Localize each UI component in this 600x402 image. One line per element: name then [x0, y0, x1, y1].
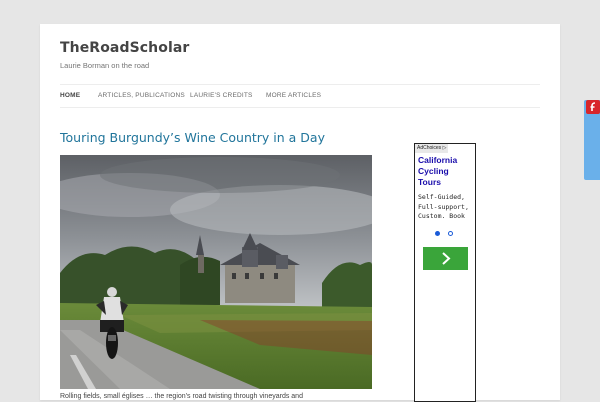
post-title[interactable]: Touring Burgundy’s Wine Country in a Day: [60, 130, 325, 145]
flash-icon[interactable]: [586, 100, 600, 114]
post-excerpt: Rolling fields, small églises … the regi…: [60, 393, 303, 400]
ad-carousel-dot[interactable]: [448, 231, 453, 236]
ad-go-button[interactable]: [423, 247, 468, 270]
post-featured-image[interactable]: [60, 155, 372, 389]
page-container: TheRoadScholar Laurie Borman on the road…: [40, 24, 560, 402]
ad-carousel-dot-active[interactable]: [435, 231, 440, 236]
site-description: Laurie Borman on the road: [60, 61, 150, 70]
nav-item-lauries-credits[interactable]: LAURIE'S CREDITS: [190, 92, 253, 99]
adchoices-triangle-icon: ▷: [442, 145, 447, 151]
adchoices-icon[interactable]: AdChoices ▷: [415, 144, 449, 153]
nav-item-articles-publications[interactable]: ARTICLES, PUBLICATIONS: [98, 92, 185, 99]
nav-item-more-articles[interactable]: MORE ARTICLES: [266, 92, 321, 99]
advertisement[interactable]: AdChoices ▷ California Cycling Tours Sel…: [414, 143, 476, 402]
chevron-right-icon: [442, 252, 451, 265]
ad-title[interactable]: California Cycling Tours: [418, 155, 474, 188]
ad-text: Self-Guided, Full-support, Custom. Book: [418, 193, 469, 220]
nav-item-home[interactable]: HOME: [60, 92, 80, 99]
main-navigation: HOME ARTICLES, PUBLICATIONS LAURIE'S CRE…: [60, 84, 540, 108]
site-title[interactable]: TheRoadScholar: [60, 40, 189, 56]
adchoices-label: AdChoices: [417, 145, 442, 151]
